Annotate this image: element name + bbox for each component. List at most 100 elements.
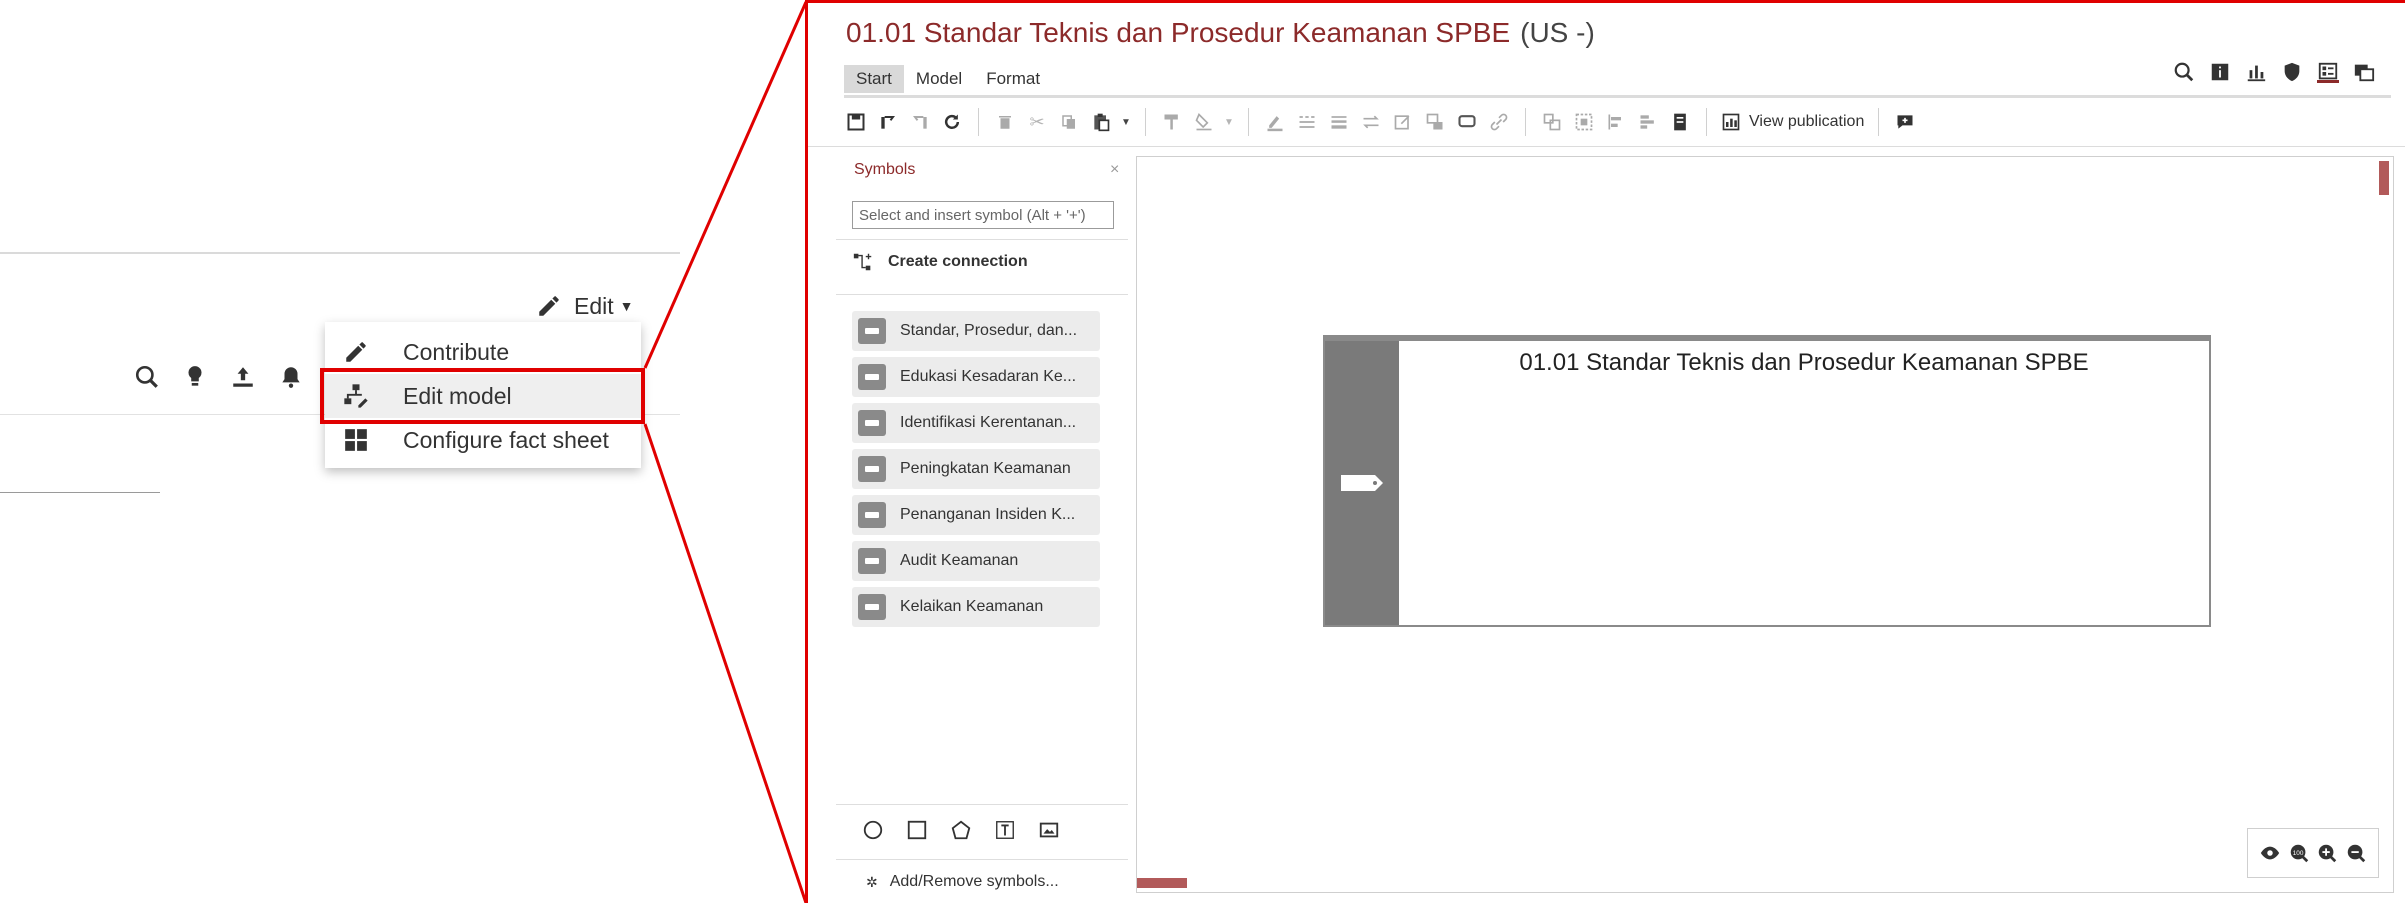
format-painter-icon[interactable] [1160,110,1184,134]
menu-item-label: Contribute [403,338,510,365]
search-icon[interactable] [2173,61,2195,83]
zoom-100-icon[interactable]: 100 [2288,842,2310,864]
horizontal-scrollbar[interactable] [1137,878,1187,888]
group-icon[interactable] [1540,110,1564,134]
symbol-label: Kelaikan Keamanan [900,598,1044,615]
model-editor-window: 01.01 Standar Teknis dan Prosedur Keaman… [805,0,2405,903]
delete-icon[interactable] [993,110,1017,134]
select-icon[interactable] [1572,110,1596,134]
toolbar-separator [1145,108,1146,136]
paste-icon[interactable] [1089,110,1113,134]
language-selector[interactable]: (US -) [1520,17,1595,48]
page-title: 01.01 Standar Teknis dan Prosedur Keaman… [846,17,1595,49]
symbol-item[interactable]: Peningkatan Keamanan [852,449,1100,489]
shield-icon[interactable] [2281,61,2303,83]
menu-item-configure-fact-sheet[interactable]: Configure fact sheet [325,418,641,462]
info-icon[interactable] [2209,61,2231,83]
line-style-icon[interactable] [1295,110,1319,134]
language-label: (US [1520,17,1569,48]
model-title: 01.01 Standar Teknis dan Prosedur Keaman… [846,17,1511,48]
align-icon[interactable] [1604,110,1628,134]
distribute-icon[interactable] [1636,110,1660,134]
grid-icon [341,425,371,455]
symbol-item[interactable]: Penanganan Insiden K... [852,495,1100,535]
close-icon[interactable]: × [1110,161,1119,179]
upload-icon[interactable] [230,364,256,390]
create-connection-button[interactable]: Create connection [852,251,1028,273]
toolbar-divider [808,146,2405,147]
symbol-item[interactable]: Edukasi Kesadaran Ke... [852,357,1100,397]
symbol-label: Edukasi Kesadaran Ke... [900,368,1077,385]
edit-label: Edit [574,292,614,319]
pentagon-shape-icon[interactable] [950,819,972,841]
symbol-label: Standar, Prosedur, dan... [900,322,1078,339]
eye-icon[interactable] [2259,842,2281,864]
symbol-item[interactable]: Standar, Prosedur, dan... [852,311,1100,351]
tab-model[interactable]: Model [904,65,974,93]
circle-shape-icon[interactable] [862,819,884,841]
rectangle-shape-icon[interactable] [906,819,928,841]
symbol-item[interactable]: Identifikasi Kerentanan... [852,403,1100,443]
zoom-in-icon[interactable] [2316,842,2338,864]
undo-icon[interactable] [876,110,900,134]
source-page: Edit ▼ Contribute Edit model Configure f… [0,0,700,903]
divider [0,492,160,493]
add-comment-icon[interactable] [1893,110,1917,134]
function-icon [858,410,886,436]
fill-icon[interactable] [1192,110,1216,134]
toolbar-separator [1878,108,1880,136]
divider [836,804,1128,805]
bar-chart-icon[interactable] [2245,61,2267,83]
tab-format[interactable]: Format [974,65,1052,93]
function-icon [858,456,886,482]
image-icon[interactable] [1038,819,1060,841]
zoom-out-icon[interactable] [2345,842,2367,864]
lightbulb-icon[interactable] [182,364,208,390]
edit-box-icon[interactable] [1391,110,1415,134]
add-remove-label: Add/Remove symbols... [889,873,1059,890]
tab-start[interactable]: Start [844,65,904,93]
chevron-down-icon[interactable]: ▼ [1224,110,1234,134]
link-icon[interactable] [1487,110,1511,134]
search-icon[interactable] [134,364,160,390]
chevron-down-icon: ▼ [619,298,634,314]
copy-icon[interactable] [1057,110,1081,134]
document-icon[interactable] [1668,110,1692,134]
model-canvas[interactable]: 01.01 Standar Teknis dan Prosedur Keaman… [1136,156,2394,893]
zoom-controls: 100 [2247,828,2379,878]
bell-icon[interactable] [278,364,304,390]
properties-icon[interactable] [2317,61,2339,83]
arrows-icon[interactable] [1359,110,1383,134]
shape-icon[interactable] [1423,110,1447,134]
object-title: 01.01 Standar Teknis dan Prosedur Keaman… [1519,349,2089,376]
model-object[interactable]: 01.01 Standar Teknis dan Prosedur Keaman… [1323,335,2211,627]
redo-icon[interactable] [908,110,932,134]
text-box-icon[interactable] [994,819,1016,841]
symbol-search-input[interactable] [852,201,1114,229]
line-weight-icon[interactable] [1327,110,1351,134]
function-icon [1341,475,1383,491]
symbol-item[interactable]: Kelaikan Keamanan [852,587,1100,627]
cut-icon[interactable]: ✂ [1025,110,1049,134]
symbol-item[interactable]: Audit Keamanan [852,541,1100,581]
windows-icon[interactable] [2353,61,2375,83]
toolbar-separator [978,108,979,136]
gear-icon: ✲ [866,873,878,890]
symbol-label: Audit Keamanan [900,552,1019,569]
chevron-down-icon[interactable]: ▼ [1121,110,1131,134]
function-icon [858,594,886,620]
divider [836,859,1128,860]
divider [0,252,680,254]
line-color-icon[interactable] [1263,110,1287,134]
save-icon[interactable] [844,110,868,134]
view-publication-button[interactable]: View publication [1721,112,1864,132]
divider [836,239,1128,240]
refresh-icon[interactable] [940,110,964,134]
edit-dropdown-toggle[interactable]: Edit ▼ [536,290,634,322]
add-remove-symbols-button[interactable]: ✲ Add/Remove symbols... [866,873,1059,891]
toolbar-separator [1248,108,1249,136]
symbol-label: Peningkatan Keamanan [900,460,1071,477]
menu-item-label: Configure fact sheet [403,426,609,453]
vertical-scrollbar[interactable] [2379,161,2389,195]
comment-icon[interactable] [1455,110,1479,134]
